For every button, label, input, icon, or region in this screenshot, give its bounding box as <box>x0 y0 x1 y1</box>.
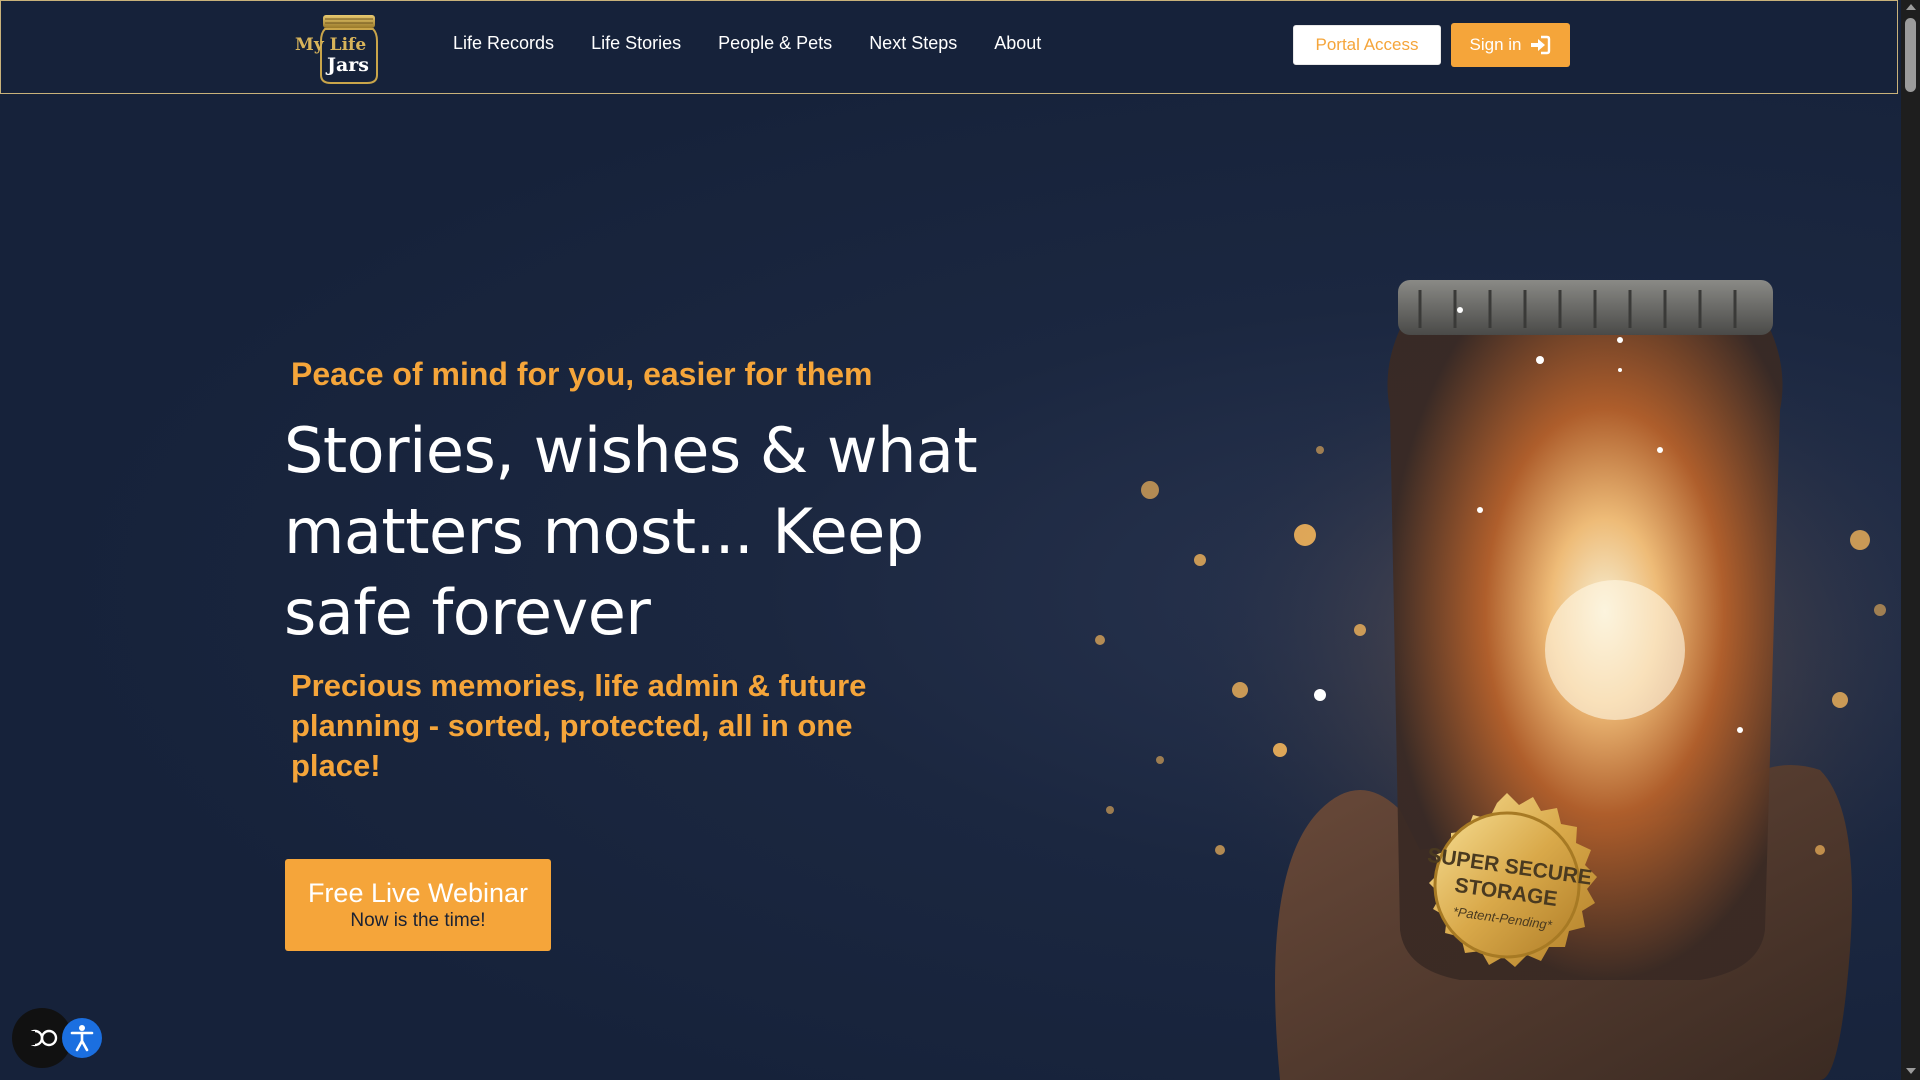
hero-subhead: Precious memories, life admin & future p… <box>291 668 867 783</box>
accessibility-widget <box>12 1008 102 1068</box>
nav-about[interactable]: About <box>994 31 1041 55</box>
glowing-jar-illustration: SUPER SECURE STORAGE *Patent-Pending* <box>1095 280 1900 1080</box>
page: My Life Jars Life Records Life Stories P… <box>0 0 1920 1080</box>
nav-life-stories[interactable]: Life Stories <box>591 31 681 55</box>
hero-headline: Stories, wishes & what matters most... K… <box>284 414 978 649</box>
hero-tagline: Peace of mind for you, easier for them <box>291 356 873 392</box>
portal-access-button[interactable]: Portal Access <box>1293 25 1441 65</box>
logo-text-line1: My Life <box>295 35 366 55</box>
sign-in-label: Sign in <box>1469 35 1522 54</box>
logo-text-line2: Jars <box>325 54 369 76</box>
portal-access-label: Portal Access <box>1315 35 1419 54</box>
page-scrollbar[interactable] <box>1901 0 1920 1080</box>
cta-subtitle: Now is the time! <box>350 910 486 931</box>
scroll-thumb[interactable] <box>1905 18 1916 92</box>
main-nav: Life Records Life Stories People & Pets … <box>453 31 1078 55</box>
cta-title: Free Live Webinar <box>307 878 529 908</box>
scroll-down-icon[interactable] <box>1906 1068 1916 1074</box>
nav-next-steps[interactable]: Next Steps <box>869 31 957 55</box>
accessibility-icon <box>70 1025 94 1052</box>
vision-icon <box>26 1029 58 1047</box>
nav-life-records[interactable]: Life Records <box>453 31 554 55</box>
sign-in-icon <box>1531 35 1551 55</box>
scroll-up-icon[interactable] <box>1906 4 1916 10</box>
sign-in-button[interactable]: Sign in <box>1451 23 1570 67</box>
nav-people-pets[interactable]: People & Pets <box>718 31 832 55</box>
free-webinar-button[interactable]: Free Live Webinar Now is the time! <box>285 859 551 951</box>
jar-logo-icon: My Life Jars <box>295 15 378 84</box>
site-header: My Life Jars Life Records Life Stories P… <box>0 0 1898 94</box>
accessibility-menu-button[interactable] <box>62 1018 102 1058</box>
logo[interactable]: My Life Jars <box>291 13 383 85</box>
